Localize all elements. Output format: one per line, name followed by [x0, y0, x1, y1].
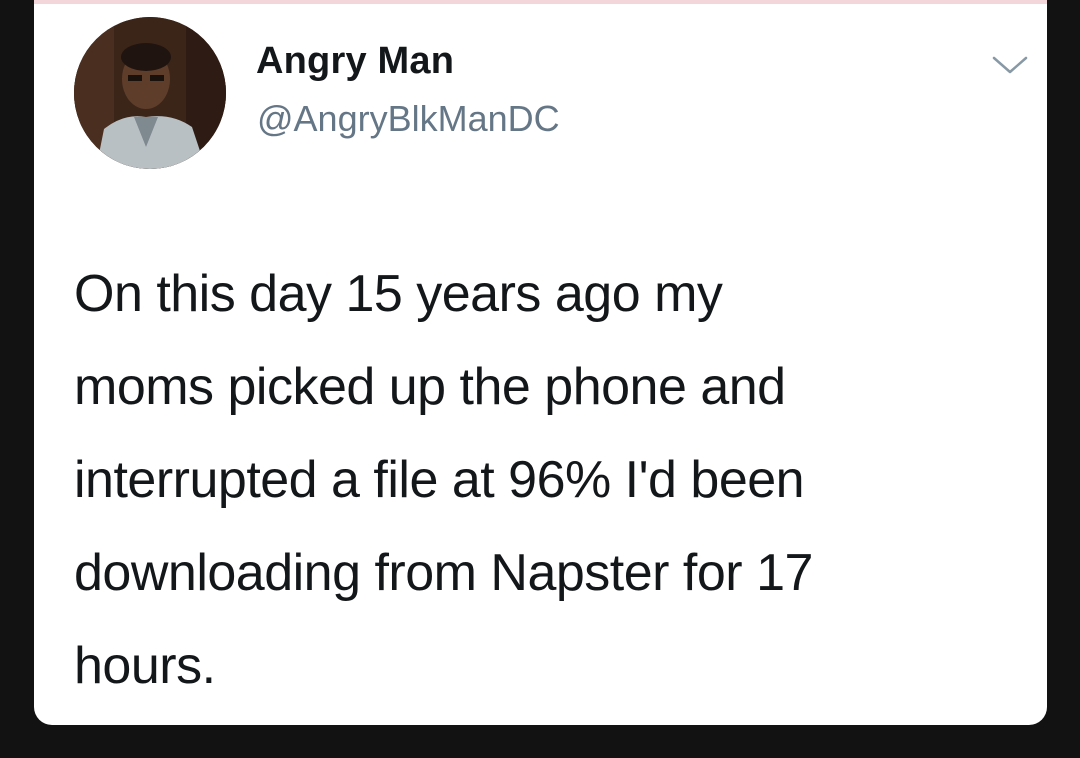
- tweet-text-line: hours.: [74, 637, 216, 695]
- author-name[interactable]: Angry Man: [256, 40, 454, 83]
- tweet-text: On this day 15 years ago my moms picked …: [74, 248, 1024, 713]
- author-handle[interactable]: @AngryBlkManDC: [257, 98, 560, 140]
- top-divider: [34, 0, 1047, 4]
- tweet-text-line: On this day 15 years ago my: [74, 265, 723, 323]
- tweet-text-line: moms picked up the phone and: [74, 358, 786, 416]
- tweet-text-line: downloading from Napster for 17: [74, 544, 813, 602]
- tweet-card: Angry Man @AngryBlkManDC On this day 15 …: [34, 0, 1047, 725]
- screenshot-frame: Angry Man @AngryBlkManDC On this day 15 …: [0, 0, 1080, 758]
- avatar-image: [74, 17, 226, 169]
- chevron-down-icon[interactable]: [990, 52, 1030, 78]
- avatar[interactable]: [74, 17, 226, 169]
- tweet-text-line: interrupted a file at 96% I'd been: [74, 451, 805, 509]
